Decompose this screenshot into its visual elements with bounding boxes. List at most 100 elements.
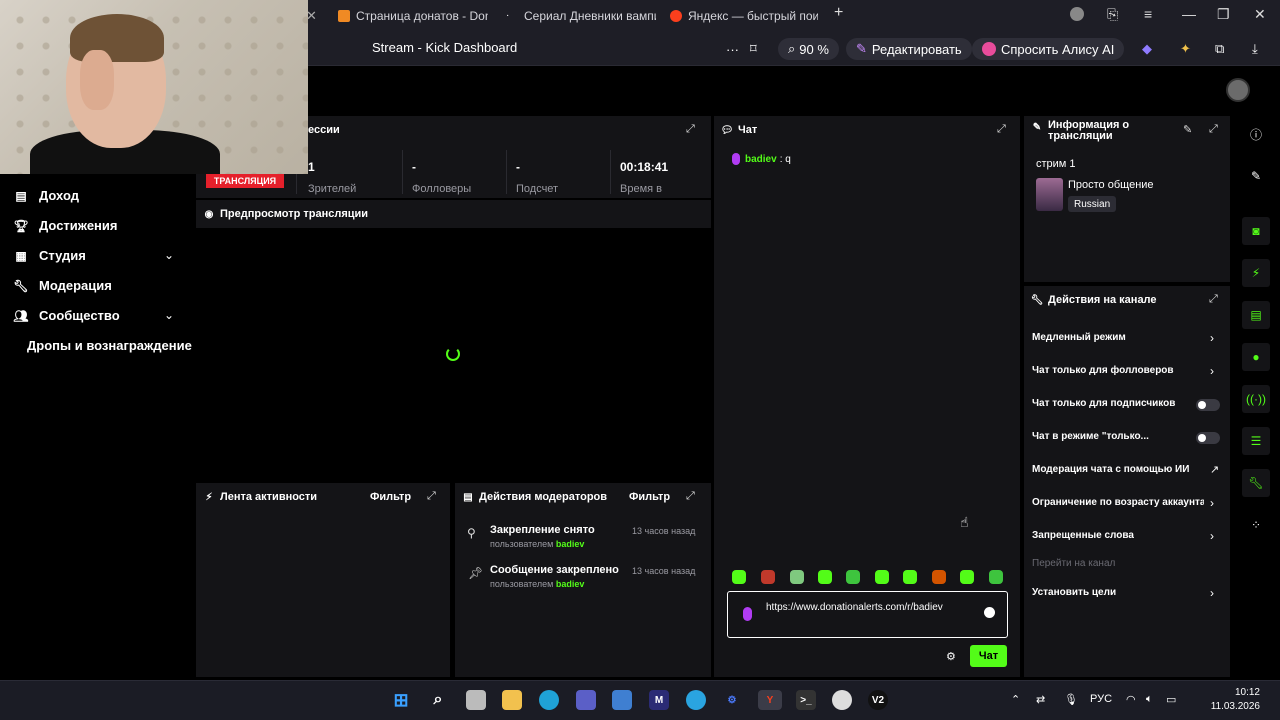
slow-mode-row[interactable]: Медленный режим [1032, 332, 1204, 343]
expand-icon[interactable]: ⤢ [686, 123, 698, 135]
m-app-icon[interactable]: M [649, 690, 669, 710]
wifi-icon[interactable]: ◠ [1126, 693, 1136, 706]
age-restriction-row[interactable]: Ограничение по возрасту аккаунта [1032, 497, 1204, 508]
network-tray-icon[interactable]: ⇄ [1036, 693, 1045, 706]
subscribers-only-toggle[interactable] [1196, 399, 1220, 411]
external-link-icon[interactable]: ↗ [1210, 463, 1219, 476]
sidebar-item-studio[interactable]: ▦ Студия [14, 248, 86, 263]
expand-icon[interactable]: ⤢ [997, 123, 1009, 135]
expand-icon[interactable]: ⤢ [686, 490, 698, 502]
edit-icon[interactable]: ✎ [1183, 123, 1195, 136]
file-explorer-icon[interactable] [502, 690, 522, 710]
mod-action-user[interactable]: badiev [556, 579, 585, 589]
task-view-icon[interactable] [466, 690, 486, 710]
tab-series[interactable]: · Сериал Дневники вампир [506, 4, 656, 28]
chat-send-button[interactable]: Чат [970, 645, 1007, 667]
camera-icon[interactable]: ◙ [1242, 217, 1270, 245]
bookmark-icon[interactable]: ⌑ [750, 38, 757, 60]
emote-icon[interactable] [732, 570, 746, 584]
list-icon[interactable]: ▤ [1242, 301, 1270, 329]
page-title[interactable]: Stream - Kick Dashboard [372, 40, 517, 55]
broadcast-icon[interactable]: ((·)) [1242, 385, 1270, 413]
user-avatar[interactable] [1226, 78, 1250, 102]
chevron-right-icon[interactable]: › [1210, 529, 1214, 543]
followers-only-row[interactable]: Чат только для фолловеров [1032, 365, 1204, 376]
store-icon[interactable] [612, 690, 632, 710]
ai-moderation-row[interactable]: Модерация чата с помощью ИИ [1032, 464, 1204, 475]
clock[interactable]: 10:12 11.03.2026 [1196, 686, 1260, 714]
obs-icon[interactable] [832, 690, 852, 710]
sidebar-item-drops[interactable]: Дропы и вознаграждение [27, 338, 192, 353]
chat-username[interactable]: badiev [745, 154, 777, 165]
emote-icon[interactable] [932, 570, 946, 584]
zoom-button[interactable]: ⌕ 90 % [778, 38, 839, 60]
share-icon[interactable]: ⧉ [1215, 38, 1224, 60]
layout-icon[interactable]: ☰ [1242, 427, 1270, 455]
chat-icon[interactable]: ● [1242, 343, 1270, 371]
emote-icon[interactable] [875, 570, 889, 584]
maximize-icon[interactable]: ❐ [1217, 6, 1230, 23]
chat-input[interactable]: https://www.donationalerts.com/r/badiev [727, 591, 1008, 638]
sidebar-item-achievements[interactable]: 🏆︎ Достижения [13, 218, 117, 233]
chevron-right-icon[interactable]: › [1210, 586, 1214, 600]
edit-button[interactable]: ✎ Редактировать [846, 38, 972, 60]
bolt-icon[interactable]: ⚡︎ [1242, 259, 1270, 287]
chevron-right-icon[interactable]: › [1210, 496, 1214, 510]
sidebar-item-moderation[interactable]: 🔧︎ Модерация [13, 278, 111, 293]
tab-donations[interactable]: Страница донатов - Dona [338, 4, 488, 28]
activity-filter-button[interactable]: Фильтр [370, 491, 411, 503]
wrench-icon[interactable]: 🔧︎ [1242, 469, 1270, 497]
mod-action-user[interactable]: badiev [556, 539, 585, 549]
search-icon[interactable]: ⌕ [428, 690, 448, 710]
go-to-channel-row[interactable]: Перейти на канал [1032, 558, 1204, 569]
extension-icon[interactable]: ✦ [1180, 38, 1191, 60]
emote-icon[interactable] [989, 570, 1003, 584]
emoji-icon[interactable] [984, 607, 995, 618]
yandex-browser-icon[interactable]: Y [758, 690, 782, 710]
sidebar-item-community[interactable]: 👥︎ Сообщество [13, 308, 119, 323]
edit-icon[interactable]: ✎ [1242, 162, 1270, 190]
chevron-right-icon[interactable]: › [1210, 364, 1214, 378]
emote-icon[interactable] [818, 570, 832, 584]
expand-icon[interactable]: ⤢ [427, 490, 439, 502]
keyboard-language[interactable]: РУС [1090, 693, 1112, 705]
emote-icon[interactable] [960, 570, 974, 584]
windows-start-icon[interactable]: ⊞ [391, 690, 411, 710]
new-tab-icon[interactable]: + [834, 4, 843, 22]
set-goals-row[interactable]: Установить цели [1032, 587, 1204, 598]
chevron-down-icon[interactable]: ⌄ [164, 308, 174, 322]
chevron-right-icon[interactable]: › [1210, 331, 1214, 345]
chat-input-text[interactable]: https://www.donationalerts.com/r/badiev [766, 600, 976, 615]
battery-icon[interactable]: ▭ [1166, 693, 1176, 706]
expand-icon[interactable]: ⤢ [1209, 293, 1221, 305]
close-window-icon[interactable]: ✕ [1254, 6, 1266, 23]
teams-icon[interactable] [576, 690, 596, 710]
tray-expand-icon[interactable]: ⌃ [1011, 693, 1020, 706]
settings-gear-icon[interactable]: ⚙ [722, 690, 742, 710]
expand-icon[interactable]: ⤢ [1209, 123, 1221, 135]
v2-app-icon[interactable]: V2 [868, 690, 888, 710]
apps-icon[interactable]: ⁘ [1242, 511, 1270, 539]
profile-icon[interactable] [1070, 7, 1084, 21]
chat-settings-icon[interactable]: ⚙ [946, 650, 956, 663]
sidebar-item-income[interactable]: ▤ Доход [14, 188, 79, 203]
emote-icon[interactable] [846, 570, 860, 584]
mic-tray-icon[interactable]: 🎙︎ [1064, 693, 1078, 706]
telegram-icon[interactable] [686, 690, 706, 710]
bookmarks-icon[interactable]: ⎘ [1107, 6, 1118, 23]
banned-words-row[interactable]: Запрещенные слова [1032, 530, 1204, 541]
more-icon[interactable]: ··· [726, 38, 739, 60]
alice-button[interactable]: Спросить Алису AI [972, 38, 1125, 60]
chevron-down-icon[interactable]: ⌄ [164, 248, 174, 262]
emote-only-toggle[interactable] [1196, 432, 1220, 444]
edge-icon[interactable] [539, 690, 559, 710]
minimize-icon[interactable]: — [1182, 6, 1196, 22]
emote-icon[interactable] [903, 570, 917, 584]
menu-icon[interactable]: ≡ [1144, 6, 1152, 22]
emote-icon[interactable] [761, 570, 775, 584]
terminal-icon[interactable]: >_ [796, 690, 816, 710]
mod-filter-button[interactable]: Фильтр [629, 491, 670, 503]
volume-icon[interactable]: 🔈︎ [1146, 693, 1153, 706]
game-icon[interactable]: ◆ [1142, 38, 1152, 60]
emote-icon[interactable] [790, 570, 804, 584]
